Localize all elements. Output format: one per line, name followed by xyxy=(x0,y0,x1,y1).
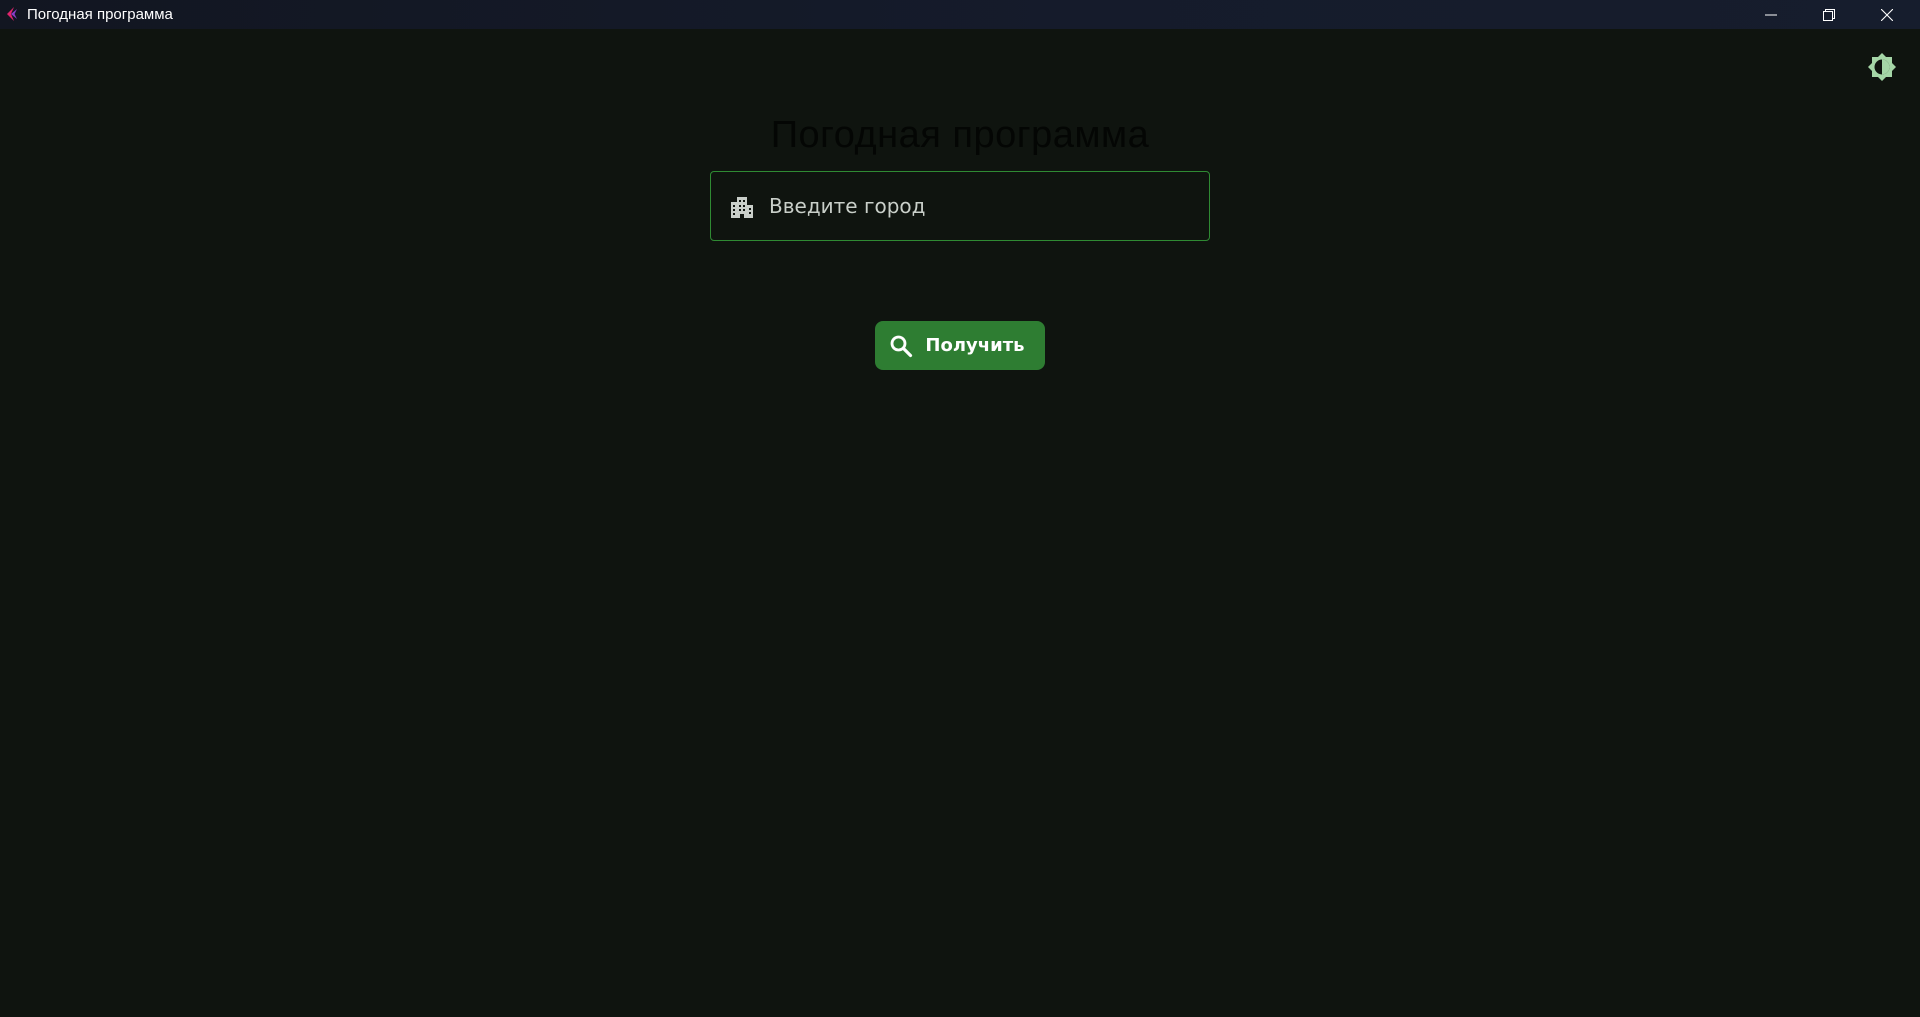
app-content: Погодная программа Введите город Получит… xyxy=(0,29,1920,1017)
brightness-icon xyxy=(1868,53,1896,81)
close-button[interactable] xyxy=(1858,0,1916,29)
restore-button[interactable] xyxy=(1800,0,1858,29)
city-input-field[interactable] xyxy=(710,171,1210,241)
get-weather-button-label: Получить xyxy=(925,334,1025,356)
page-title: Погодная программа xyxy=(770,114,1150,156)
city-building-icon xyxy=(731,197,753,218)
close-icon xyxy=(1881,8,1893,21)
theme-toggle-button[interactable] xyxy=(1866,51,1898,83)
city-input[interactable] xyxy=(769,172,1189,239)
restore-icon xyxy=(1823,8,1835,21)
minimize-button[interactable] xyxy=(1742,0,1800,29)
minimize-icon xyxy=(1765,14,1777,15)
search-icon xyxy=(891,335,913,357)
flet-logo-icon xyxy=(7,7,17,21)
window-title: Погодная программа xyxy=(27,6,173,23)
window-titlebar: Погодная программа xyxy=(0,0,1920,29)
get-weather-button[interactable]: Получить xyxy=(875,321,1045,370)
